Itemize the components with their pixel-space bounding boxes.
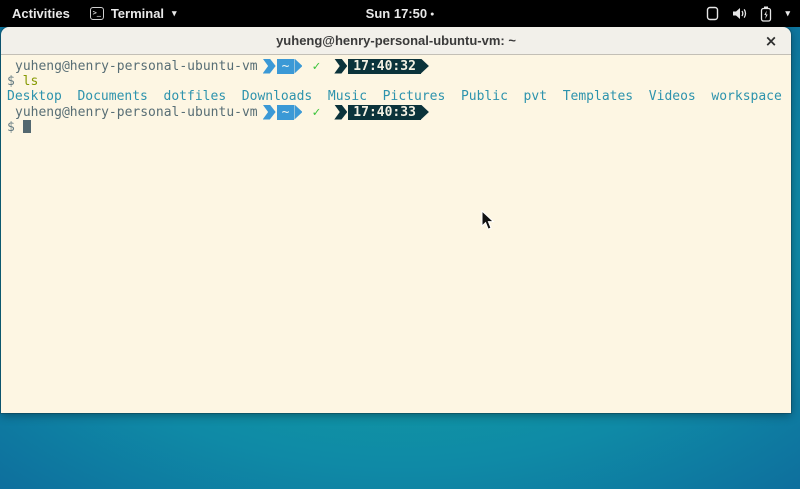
ls-output-line: Desktop Documents dotfiles Downloads Mus… — [7, 89, 785, 104]
terminal-screen[interactable]: yuheng@henry-personal-ubuntu-vm ~ ✓ 17:4… — [1, 55, 791, 413]
powerline-arrow-icon — [263, 59, 276, 74]
close-button[interactable]: × — [759, 27, 783, 55]
window-titlebar[interactable]: yuheng@henry-personal-ubuntu-vm: ~ × — [1, 27, 791, 55]
app-menu-terminal[interactable]: >_ Terminal ▾ — [90, 6, 177, 21]
terminal-cursor — [23, 120, 31, 133]
clock-label: Sun 17:50 — [366, 6, 427, 21]
prompt-line-2: yuheng@henry-personal-ubuntu-vm ~ ✓ 17:4… — [7, 104, 785, 120]
prompt-line-1: yuheng@henry-personal-ubuntu-vm ~ ✓ 17:4… — [7, 58, 785, 74]
clock-button[interactable]: Sun 17:50● — [366, 6, 435, 21]
powerline-arrow-icon — [294, 59, 302, 74]
prompt-time-segment: 17:40:32 — [348, 59, 421, 74]
typed-command: ls — [23, 74, 39, 89]
powerline-arrow-icon — [421, 105, 429, 120]
command-line-2: $ — [7, 120, 785, 135]
powerline-arrow-icon — [263, 105, 276, 120]
system-status-area: ▾ — [705, 0, 790, 27]
status-check-icon: ✓ — [312, 105, 320, 120]
top-bar: Activities >_ Terminal ▾ Sun 17:50● ▾ — [0, 0, 800, 27]
prompt-user-host: yuheng@henry-personal-ubuntu-vm — [15, 105, 258, 120]
system-menu-chevron-icon[interactable]: ▾ — [785, 9, 790, 18]
terminal-window: yuheng@henry-personal-ubuntu-vm: ~ × yuh… — [1, 27, 791, 413]
app-menu-label: Terminal — [111, 6, 164, 21]
volume-icon[interactable] — [732, 6, 748, 21]
battery-charging-icon[interactable] — [760, 6, 772, 22]
prompt-user-host: yuheng@henry-personal-ubuntu-vm — [15, 59, 258, 74]
shell-prompt-symbol: $ — [7, 74, 23, 89]
powerline-arrow-icon — [334, 59, 347, 74]
window-title: yuheng@henry-personal-ubuntu-vm: ~ — [276, 33, 516, 48]
screen-indicator-icon[interactable] — [705, 6, 720, 21]
prompt-cwd-segment: ~ — [277, 105, 295, 120]
status-check-icon: ✓ — [312, 59, 320, 74]
powerline-arrow-icon — [294, 105, 302, 120]
prompt-time-segment: 17:40:33 — [348, 105, 421, 120]
notification-dot-icon: ● — [430, 11, 434, 18]
powerline-arrow-icon — [421, 59, 429, 74]
powerline-arrow-icon — [334, 105, 347, 120]
chevron-down-icon: ▾ — [172, 9, 177, 18]
command-line-1: $ ls — [7, 74, 785, 89]
shell-prompt-symbol: $ — [7, 120, 23, 135]
activities-button[interactable]: Activities — [12, 6, 70, 21]
terminal-app-icon: >_ — [90, 7, 104, 20]
prompt-cwd-segment: ~ — [277, 59, 295, 74]
